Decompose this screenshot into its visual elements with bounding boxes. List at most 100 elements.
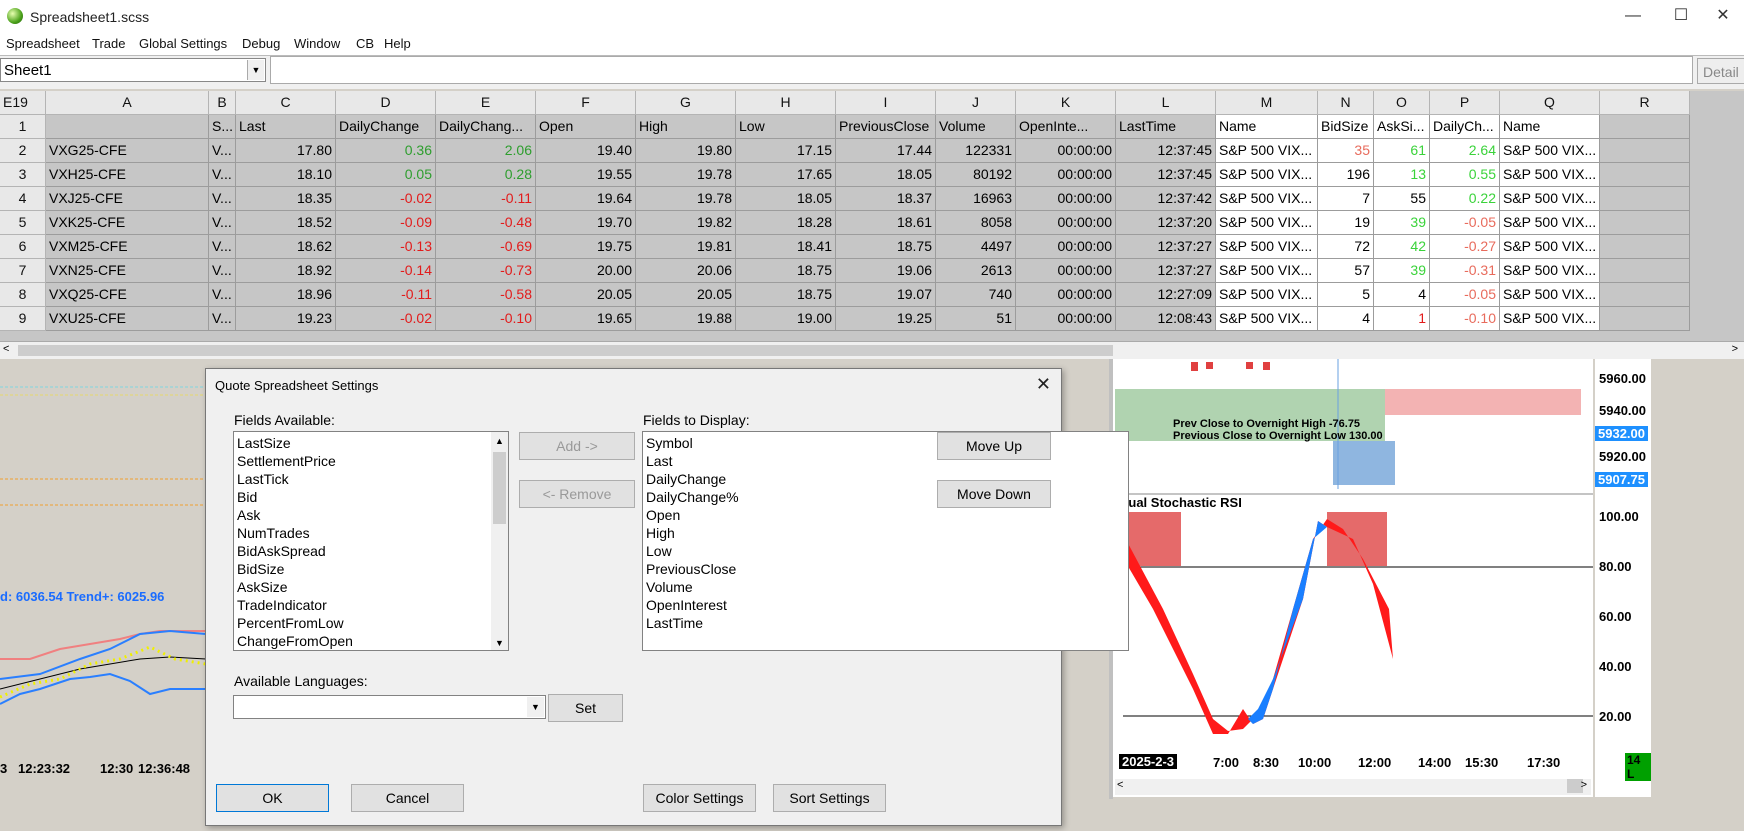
field-header[interactable]: Volume (936, 115, 1016, 139)
empty-cell[interactable] (1600, 283, 1690, 307)
name-cell[interactable]: S&P 500 VIX... (1216, 235, 1318, 259)
bid-size-cell[interactable]: 35 (1318, 139, 1374, 163)
bid-size-cell[interactable]: 4 (1318, 307, 1374, 331)
daily-change-cell[interactable]: -0.09 (336, 211, 436, 235)
name-cell[interactable]: S&P 500 VIX... (1216, 211, 1318, 235)
description-cell[interactable]: V... (209, 187, 236, 211)
available-field-item[interactable]: PercentFromLow (234, 614, 508, 632)
move-down-button[interactable]: Move Down (937, 480, 1051, 508)
symbol-cell[interactable]: VXK25-CFE (46, 211, 209, 235)
bid-size-cell[interactable]: 196 (1318, 163, 1374, 187)
field-header[interactable]: Open (536, 115, 636, 139)
description-cell[interactable]: V... (209, 283, 236, 307)
volume-cell[interactable]: 51 (936, 307, 1016, 331)
column-header[interactable]: Q (1500, 91, 1600, 115)
field-header[interactable]: DailyChange (336, 115, 436, 139)
open-interest-cell[interactable]: 00:00:00 (1016, 283, 1116, 307)
row-header[interactable]: 2 (0, 139, 46, 163)
volume-cell[interactable]: 122331 (936, 139, 1016, 163)
chevron-up-icon[interactable]: ▲ (491, 436, 508, 446)
menu-global-settings[interactable]: Global Settings (139, 36, 227, 51)
column-header[interactable]: O (1374, 91, 1430, 115)
row-header[interactable]: 9 (0, 307, 46, 331)
prev-close-cell[interactable]: 19.06 (836, 259, 936, 283)
daily-change-pct-cell[interactable]: -0.10 (436, 307, 536, 331)
empty-cell[interactable] (1600, 235, 1690, 259)
name-2-cell[interactable]: S&P 500 VIX... (1500, 139, 1600, 163)
name-cell[interactable]: S&P 500 VIX... (1216, 259, 1318, 283)
scroll-thumb[interactable] (493, 452, 506, 524)
display-field-item[interactable]: Low (643, 542, 1128, 560)
volume-cell[interactable]: 2613 (936, 259, 1016, 283)
empty-cell[interactable] (1600, 187, 1690, 211)
field-header[interactable]: DailyChang... (436, 115, 536, 139)
high-cell[interactable]: 19.81 (636, 235, 736, 259)
available-field-item[interactable]: Ask (234, 506, 508, 524)
available-field-item[interactable]: NumTrades (234, 524, 508, 542)
last-cell[interactable]: 18.52 (236, 211, 336, 235)
symbol-cell[interactable]: VXM25-CFE (46, 235, 209, 259)
volume-cell[interactable]: 4497 (936, 235, 1016, 259)
column-header[interactable]: N (1318, 91, 1374, 115)
ask-size-cell[interactable]: 39 (1374, 259, 1430, 283)
empty-cell[interactable] (1600, 163, 1690, 187)
open-cell[interactable]: 19.70 (536, 211, 636, 235)
description-cell[interactable]: V... (209, 307, 236, 331)
color-settings-button[interactable]: Color Settings (643, 784, 756, 812)
formula-input[interactable] (270, 56, 1693, 84)
display-field-item[interactable]: Symbol (643, 434, 1128, 452)
horizontal-scrollbar[interactable]: < > (0, 341, 1744, 359)
last-time-cell[interactable]: 12:08:43 (1116, 307, 1216, 331)
open-cell[interactable]: 19.55 (536, 163, 636, 187)
menu-debug[interactable]: Debug (242, 36, 280, 51)
last-time-cell[interactable]: 12:27:09 (1116, 283, 1216, 307)
column-header[interactable]: M (1216, 91, 1318, 115)
open-cell[interactable]: 20.05 (536, 283, 636, 307)
description-cell[interactable]: V... (209, 235, 236, 259)
open-cell[interactable]: 19.40 (536, 139, 636, 163)
ask-size-cell[interactable]: 61 (1374, 139, 1430, 163)
chevron-down-icon[interactable]: ▼ (495, 638, 504, 648)
chevron-down-icon[interactable]: ▼ (247, 60, 264, 80)
daily-change-2-cell[interactable]: 0.55 (1430, 163, 1500, 187)
display-field-item[interactable]: OpenInterest (643, 596, 1128, 614)
last-time-cell[interactable]: 12:37:42 (1116, 187, 1216, 211)
column-header[interactable]: G (636, 91, 736, 115)
ask-size-cell[interactable]: 4 (1374, 283, 1430, 307)
scroll-left-icon[interactable]: < (3, 343, 9, 355)
daily-change-cell[interactable]: -0.11 (336, 283, 436, 307)
daily-change-cell[interactable]: -0.02 (336, 307, 436, 331)
set-button[interactable]: Set (548, 694, 623, 722)
display-field-item[interactable]: DailyChange% (643, 488, 1128, 506)
description-cell[interactable]: V... (209, 211, 236, 235)
available-field-item[interactable]: SettlementPrice (234, 452, 508, 470)
column-header[interactable]: K (1016, 91, 1116, 115)
field-header[interactable]: Name (1500, 115, 1600, 139)
open-interest-cell[interactable]: 00:00:00 (1016, 211, 1116, 235)
field-header[interactable]: S... (209, 115, 236, 139)
available-field-item[interactable]: TradeIndicator (234, 596, 508, 614)
daily-change-cell[interactable]: -0.13 (336, 235, 436, 259)
name-cell[interactable]: S&P 500 VIX... (1216, 163, 1318, 187)
scroll-thumb[interactable] (18, 345, 1113, 356)
last-cell[interactable]: 17.80 (236, 139, 336, 163)
prev-close-cell[interactable]: 18.75 (836, 235, 936, 259)
open-cell[interactable]: 19.75 (536, 235, 636, 259)
field-header[interactable]: DailyCh... (1430, 115, 1500, 139)
scroll-right-icon[interactable]: > (1732, 343, 1738, 355)
chevron-down-icon[interactable]: ▼ (527, 697, 544, 717)
daily-change-2-cell[interactable]: -0.27 (1430, 235, 1500, 259)
remove-button[interactable]: <- Remove (519, 480, 635, 508)
open-interest-cell[interactable]: 00:00:00 (1016, 307, 1116, 331)
display-field-item[interactable]: DailyChange (643, 470, 1128, 488)
field-header[interactable]: PreviousClose (836, 115, 936, 139)
daily-change-cell[interactable]: 0.36 (336, 139, 436, 163)
row-header[interactable]: 5 (0, 211, 46, 235)
prev-close-cell[interactable]: 18.37 (836, 187, 936, 211)
daily-change-pct-cell[interactable]: -0.69 (436, 235, 536, 259)
high-cell[interactable]: 19.78 (636, 187, 736, 211)
prev-close-cell[interactable]: 18.61 (836, 211, 936, 235)
description-cell[interactable]: V... (209, 259, 236, 283)
daily-change-2-cell[interactable]: -0.05 (1430, 211, 1500, 235)
column-header[interactable]: E (436, 91, 536, 115)
